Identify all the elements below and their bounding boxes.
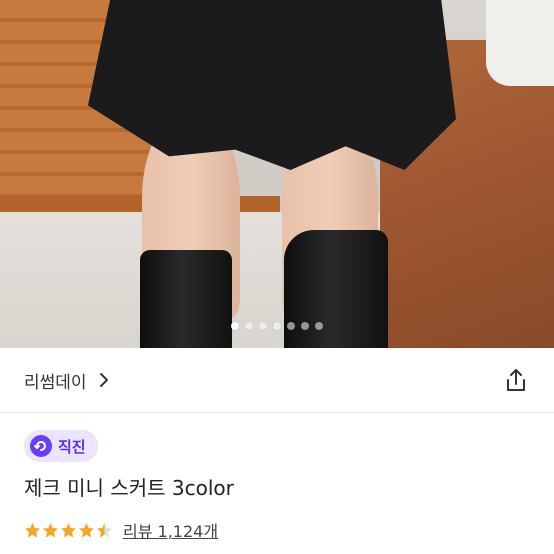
star-icon — [97, 522, 112, 537]
gallery-dot[interactable] — [315, 322, 323, 330]
seller-name: 리썸데이 — [24, 372, 87, 393]
gallery-dot[interactable] — [259, 322, 267, 330]
model-boot-left — [140, 250, 232, 348]
star-icon — [43, 522, 58, 537]
background-pillow — [486, 0, 554, 86]
product-title: 제크 미니 스커트 3color — [24, 476, 234, 500]
model-boot-right — [284, 230, 388, 348]
gallery-dot[interactable] — [287, 322, 295, 330]
star-icon — [79, 522, 94, 537]
gallery-pagination — [0, 322, 554, 330]
direct-delivery-badge: 직진 — [24, 430, 98, 462]
star-icon — [25, 522, 40, 537]
direct-delivery-icon — [30, 435, 52, 457]
seller-row: 리썸데이 — [0, 348, 554, 412]
badge-label: 직진 — [58, 437, 86, 456]
star-rating — [24, 522, 113, 539]
seller-link[interactable]: 리썸데이 — [24, 368, 113, 393]
product-image[interactable] — [0, 0, 554, 348]
gallery-dot[interactable] — [301, 322, 309, 330]
review-count-link[interactable]: 리뷰 1,124개 — [123, 518, 218, 542]
share-icon[interactable] — [502, 366, 530, 394]
gallery-dot[interactable] — [245, 322, 253, 330]
rating-row: 리뷰 1,124개 — [24, 518, 218, 542]
star-icon — [61, 522, 76, 537]
divider — [0, 412, 554, 413]
product-detail-page: 리썸데이 직진 제크 미니 스커트 3color 리뷰 1,124개 — [0, 0, 554, 554]
gallery-dot[interactable] — [231, 322, 239, 330]
chevron-right-icon — [99, 373, 108, 387]
gallery-dot[interactable] — [273, 322, 281, 330]
